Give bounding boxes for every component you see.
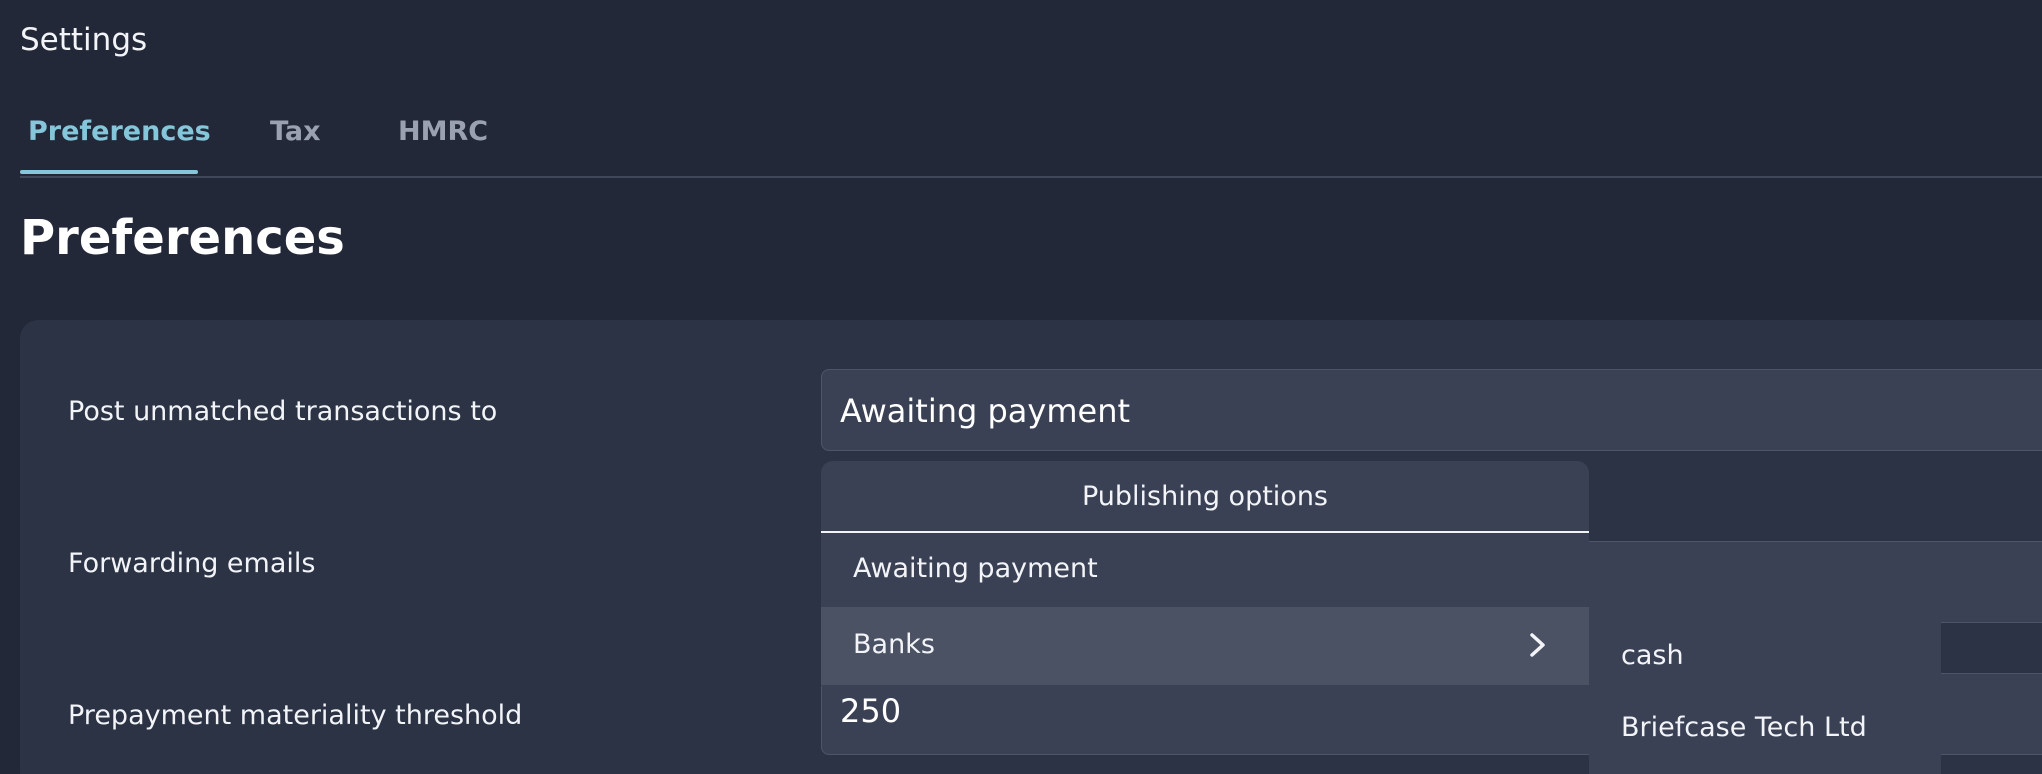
tab-preferences[interactable]: Preferences (28, 116, 211, 147)
forwarding-emails-label: Forwarding emails (68, 548, 316, 579)
dropdown-group-header: Publishing options (821, 461, 1589, 533)
settings-page: Settings Preferences Tax HMRC Preference… (0, 0, 2042, 774)
publishing-options-dropdown: Publishing options Awaiting payment Bank… (821, 461, 1589, 686)
submenu-item-briefcase-tech[interactable]: Briefcase Tech Ltd (1621, 712, 1867, 743)
post-unmatched-selected-value: Awaiting payment (840, 392, 1131, 430)
settings-tabs: Preferences Tax HMRC (20, 116, 2042, 178)
section-title: Preferences (20, 210, 345, 266)
page-header-title: Settings (20, 22, 148, 58)
post-unmatched-select[interactable]: Awaiting payment (821, 369, 2042, 451)
post-unmatched-label: Post unmatched transactions to (68, 396, 498, 427)
dropdown-item-label: Banks (853, 629, 935, 660)
dropdown-item-awaiting-payment[interactable]: Awaiting payment (821, 533, 1589, 607)
tab-hmrc[interactable]: HMRC (398, 116, 488, 147)
tab-tax[interactable]: Tax (270, 116, 321, 147)
banks-submenu: cash Briefcase Tech Ltd (1589, 607, 1941, 774)
active-tab-indicator (20, 170, 198, 174)
dropdown-item-label: Awaiting payment (853, 553, 1098, 584)
prepayment-threshold-label: Prepayment materiality threshold (68, 700, 523, 731)
prepayment-threshold-value: 250 (840, 692, 902, 730)
chevron-right-icon (1530, 633, 1545, 657)
submenu-item-cash[interactable]: cash (1621, 640, 1684, 671)
dropdown-item-banks[interactable]: Banks (821, 607, 1589, 685)
